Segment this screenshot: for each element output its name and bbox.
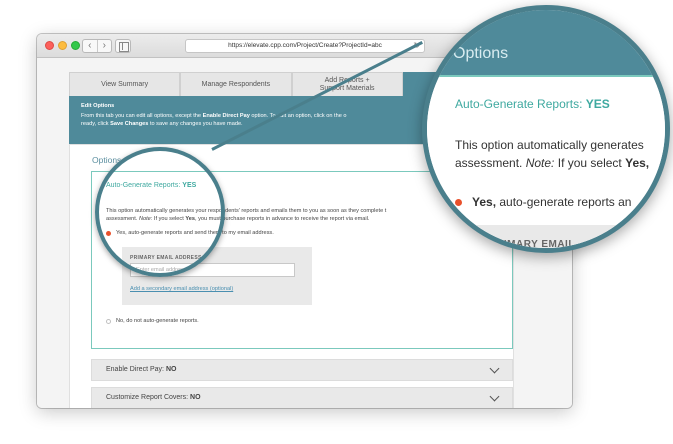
report-covers-accordion[interactable]: Customize Report Covers: NO xyxy=(91,387,513,408)
add-secondary-email-link[interactable]: Add a secondary email address (optional) xyxy=(130,286,233,292)
close-window-button[interactable] xyxy=(45,41,54,50)
tab-add-reports[interactable]: Add Reports +Support Materials xyxy=(291,72,403,96)
zoom-desc-1: This option automatically generates xyxy=(455,138,644,152)
zoom-radio-selected-icon xyxy=(455,198,462,206)
zoom-header-text: Options xyxy=(453,45,509,62)
banner-text-4: to save any changes you have made. xyxy=(149,121,243,127)
banner-text-3: ready, click xyxy=(81,121,109,127)
zoom-heading: Auto-Generate Reports: YES xyxy=(455,97,610,111)
chevron-down-icon xyxy=(489,363,500,374)
direct-pay-label: Enable Direct Pay: xyxy=(106,366,164,373)
zoom-content: Options Auto-Generate Reports: YES This … xyxy=(427,10,665,248)
zoom-heading-label: Auto-Generate Reports: xyxy=(455,97,583,111)
zoom-description: This option automatically generates asse… xyxy=(455,136,665,172)
zoom-radio-bold: Yes, xyxy=(472,195,497,209)
direct-pay-accordion[interactable]: Enable Direct Pay: NO xyxy=(91,359,513,381)
back-icon[interactable]: ‹ xyxy=(83,40,97,52)
tab-manage-respondents[interactable]: Manage Respondents xyxy=(180,72,292,96)
report-covers-label: Customize Report Covers: xyxy=(106,394,189,401)
url-text: https://elevate.cpp.com/Project/Create?P… xyxy=(228,42,382,49)
radio-no[interactable]: No, do not auto-generate reports. xyxy=(106,318,199,324)
banner-text-bold: Enable Direct Pay xyxy=(202,113,250,119)
radio-no-label: No, do not auto-generate reports. xyxy=(116,318,199,324)
zoom-desc-3: If you select xyxy=(557,156,622,170)
zoom-window-button[interactable] xyxy=(71,41,80,50)
zoom-radio-yes: Yes, auto-generate reports an xyxy=(455,195,631,209)
banner-text-1: From this tab you can edit all options, … xyxy=(81,113,202,119)
minimize-window-button[interactable] xyxy=(58,41,67,50)
direct-pay-value: NO xyxy=(165,366,177,373)
banner-text-2: option. To edit an option, click on the … xyxy=(251,113,347,119)
zoom-desc-yes: Yes, xyxy=(625,156,650,170)
zoom-header: Options xyxy=(427,10,665,75)
zoom-radio-text: auto-generate reports an xyxy=(499,195,632,209)
report-covers-value: NO xyxy=(190,394,201,401)
tab-view-summary[interactable]: View Summary xyxy=(69,72,181,96)
banner-save-label: Save Changes xyxy=(110,121,149,127)
sidebar-toggle-icon[interactable] xyxy=(115,39,131,53)
zoom-note-label: Note: xyxy=(525,156,555,170)
history-nav: ‹ › xyxy=(82,39,112,53)
radio-unselected-icon[interactable] xyxy=(106,318,111,324)
zoom-magnifier: Options Auto-Generate Reports: YES This … xyxy=(422,5,670,253)
chevron-down-icon xyxy=(489,391,500,402)
zoom-focus-ring xyxy=(95,147,225,277)
address-bar[interactable]: https://elevate.cpp.com/Project/Create?P… xyxy=(185,39,425,53)
forward-icon[interactable]: › xyxy=(96,40,112,52)
zoom-desc-2: assessment. xyxy=(455,156,523,170)
zoom-heading-value: YES xyxy=(585,97,610,111)
